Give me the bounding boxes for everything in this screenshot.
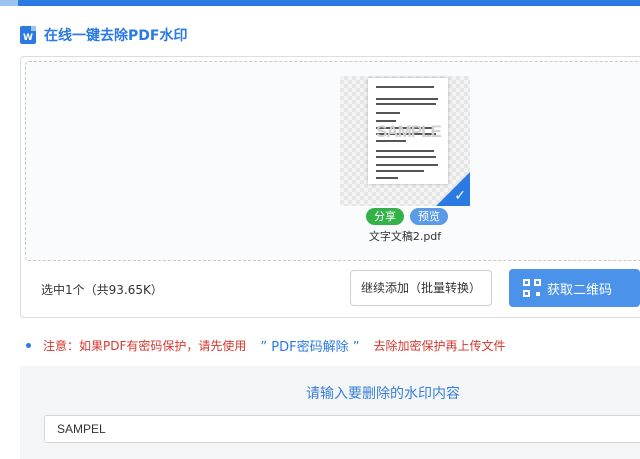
watermark-text-input[interactable] [44,415,640,443]
notice-suffix: 去除加密保护再上传文件 [373,339,506,353]
text-line [376,164,438,166]
text-line [376,150,434,152]
bullet-dot [26,343,31,348]
add-more-button[interactable]: 继续添加（批量转换） [350,270,492,306]
text-line [376,170,424,172]
text-line [376,156,436,158]
word-doc-icon: W [20,26,36,44]
text-line [376,177,398,179]
pdf-thumbnail: SAMPLE [368,78,448,184]
top-accent-bar [0,0,640,6]
checkmark-icon: ✓ [454,188,466,204]
page-header: W 在线一键去除PDF水印 [20,24,187,46]
watermark-panel [20,366,640,459]
share-button[interactable]: 分享 [366,208,404,225]
text-line [376,103,436,105]
qr-code-icon [523,279,541,297]
file-card[interactable]: SAMPLE ✓ [340,76,470,206]
selection-summary: 选中1个（共93.65K） [41,283,163,297]
file-name: 文字文稿2.pdf [368,230,442,243]
word-doc-icon-letter: W [23,33,33,43]
page-title: 在线一键去除PDF水印 [44,28,188,44]
get-qr-code-button[interactable]: 获取二维码 [509,269,640,307]
thumbnail-watermark-text: SAMPLE [376,122,442,141]
text-line [376,86,434,88]
top-accent-segment [0,0,18,6]
pdf-password-remove-link[interactable]: ” PDF密码解除 ” [260,336,359,355]
watermark-prompt: 请输入要删除的水印内容 [306,386,460,402]
preview-button[interactable]: 预览 [410,208,448,225]
get-qr-code-label: 获取二维码 [547,282,613,298]
file-dropzone[interactable] [25,61,640,261]
notice-prefix: 注意：如果PDF有密码保护，请先使用 [43,339,247,353]
password-notice: 注意：如果PDF有密码保护，请先使用 ” PDF密码解除 ” 去除加密保护再上传… [26,336,505,355]
text-line [376,98,438,100]
text-line [376,112,400,114]
